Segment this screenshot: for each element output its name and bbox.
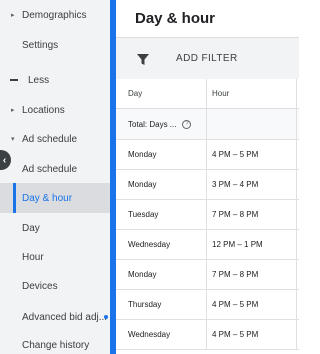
cell-day: Wednesday [128, 330, 171, 339]
filter-icon[interactable] [136, 53, 150, 67]
sidebar-item-label: Demographics [22, 9, 87, 21]
column-header-day[interactable]: Day [128, 79, 142, 108]
data-table: Day Hour Total: Days ... ? Monday 4 PM –… [116, 79, 299, 350]
caret-right-icon: ▸ [11, 11, 15, 19]
cell-hour: 7 PM – 8 PM [212, 270, 259, 279]
sidebar-item-day-hour[interactable]: Day & hour [0, 183, 110, 213]
sidebar-item-ad-schedule[interactable]: Ad schedule [0, 154, 110, 184]
table-row[interactable]: Monday 4 PM – 5 PM [116, 140, 299, 170]
table-header: Day Hour [116, 79, 299, 109]
column-divider [206, 230, 207, 259]
table-row[interactable]: Tuesday 7 PM – 8 PM [116, 200, 299, 230]
sidebar-item-change-history[interactable]: Change history [0, 330, 110, 354]
column-header-hour[interactable]: Hour [212, 79, 229, 108]
cell-day: Wednesday [128, 240, 171, 249]
sidebar-item-label: Advanced bid adj... [22, 311, 108, 323]
help-icon[interactable]: ? [182, 119, 192, 129]
column-divider [296, 170, 297, 199]
sidebar: ▸ Demographics Settings Less ▸ Locations… [0, 0, 110, 354]
add-filter-button[interactable]: ADD FILTER [176, 53, 238, 64]
column-divider [206, 290, 207, 319]
sidebar-item-label: Less [28, 74, 50, 86]
table-row[interactable]: Wednesday 12 PM – 1 PM [116, 230, 299, 260]
cell-hour: 4 PM – 5 PM [212, 300, 259, 309]
column-divider [296, 109, 297, 139]
main-content: Day & hour ADD FILTER Day Hour Total: Da… [116, 0, 299, 354]
cell-hour: 4 PM – 5 PM [212, 150, 259, 159]
column-divider [296, 79, 297, 108]
sidebar-item-label: Change history [22, 339, 90, 351]
sidebar-item-demographics[interactable]: ▸ Demographics [0, 0, 110, 30]
cell-hour: 4 PM – 5 PM [212, 330, 259, 339]
sidebar-item-devices[interactable]: Devices [0, 271, 110, 301]
sidebar-item-ad-schedule-group[interactable]: ▾ Ad schedule [0, 124, 110, 154]
column-divider [296, 290, 297, 319]
cell-hour: 3 PM – 4 PM [212, 180, 259, 189]
total-label: Total: Days ... [128, 119, 177, 129]
sidebar-item-label: Ad schedule [22, 163, 78, 175]
column-divider [296, 260, 297, 289]
cell-day: Monday [128, 150, 157, 159]
sidebar-item-label: Devices [22, 280, 58, 292]
sidebar-item-label: Day [22, 222, 40, 234]
column-divider [206, 79, 207, 108]
column-divider [296, 200, 297, 229]
table-row[interactable]: Monday 3 PM – 4 PM [116, 170, 299, 200]
page-title: Day & hour [135, 10, 216, 27]
sidebar-item-label: Ad schedule [22, 133, 78, 145]
sidebar-item-day[interactable]: Day [0, 213, 110, 243]
table-row[interactable]: Thursday 4 PM – 5 PM [116, 290, 299, 320]
sidebar-item-label: Day & hour [22, 192, 73, 204]
caret-right-icon: ▸ [11, 106, 15, 114]
sidebar-item-locations[interactable]: ▸ Locations [0, 95, 110, 125]
cell-day: Monday [128, 180, 157, 189]
table-row[interactable]: Wednesday 4 PM – 5 PM [116, 320, 299, 350]
total-cell: Total: Days ... ? [128, 109, 192, 139]
column-divider [206, 260, 207, 289]
cell-day: Thursday [128, 300, 162, 309]
sidebar-item-label: Settings [22, 39, 59, 51]
sidebar-item-advanced-bid-adj[interactable]: Advanced bid adj... [0, 302, 110, 332]
cell-day: Tuesday [128, 210, 159, 219]
minus-icon [10, 79, 18, 81]
cell-hour: 7 PM – 8 PM [212, 210, 259, 219]
sidebar-item-hour[interactable]: Hour [0, 242, 110, 272]
column-divider [206, 109, 207, 139]
table-total-row: Total: Days ... ? [116, 109, 299, 140]
cell-day: Monday [128, 270, 157, 279]
column-divider [206, 140, 207, 169]
sidebar-item-less[interactable]: Less [0, 65, 110, 95]
column-divider [206, 320, 207, 349]
cell-hour: 12 PM – 1 PM [212, 240, 263, 249]
table-row[interactable]: Monday 7 PM – 8 PM [116, 260, 299, 290]
column-divider [206, 200, 207, 229]
column-divider [296, 320, 297, 349]
column-divider [206, 170, 207, 199]
column-divider [296, 230, 297, 259]
status-dot [104, 315, 108, 319]
sidebar-item-label: Locations [22, 104, 65, 116]
filter-bar: ADD FILTER [116, 38, 299, 79]
sidebar-item-settings[interactable]: Settings [0, 30, 110, 60]
chevron-left-icon: ‹ [2, 154, 7, 166]
column-divider [296, 140, 297, 169]
sidebar-item-label: Hour [22, 251, 44, 263]
caret-down-icon: ▾ [11, 135, 15, 143]
